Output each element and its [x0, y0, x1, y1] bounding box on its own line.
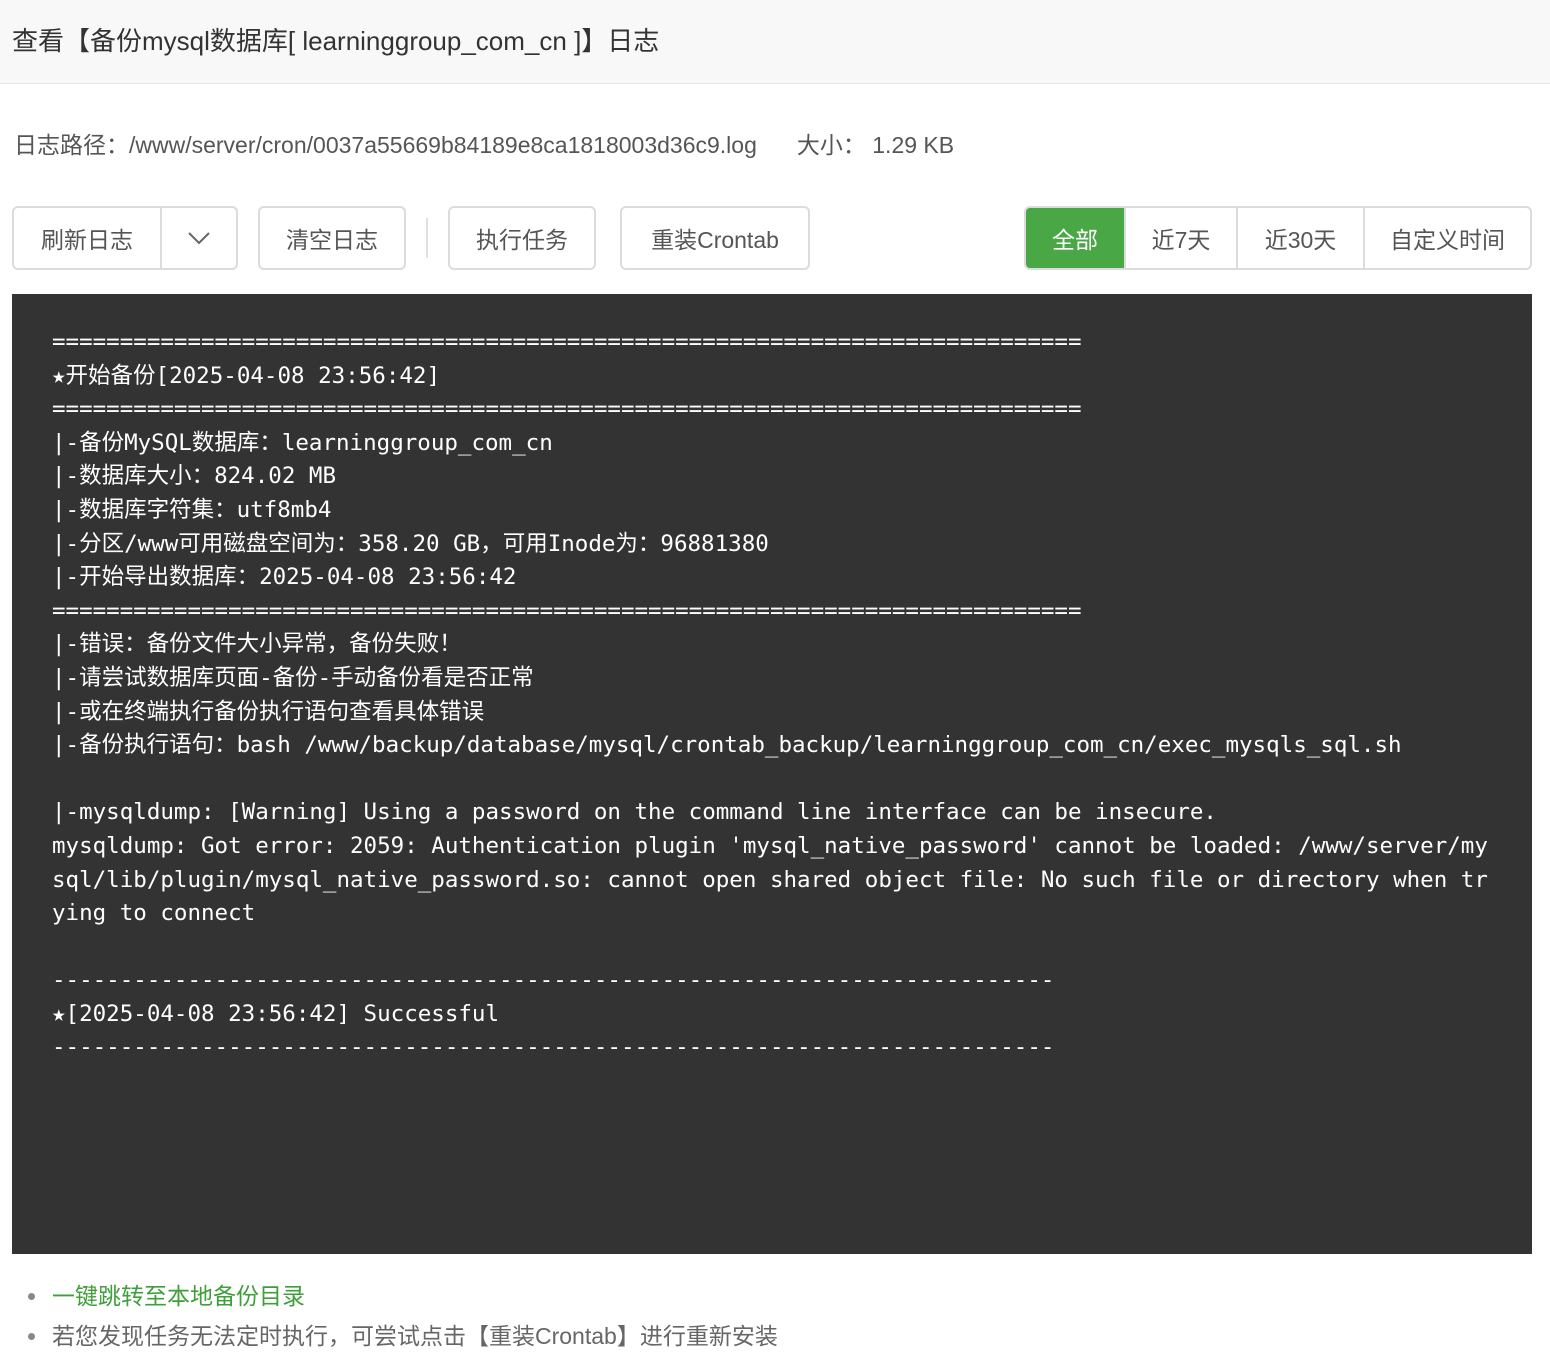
- size-value: 1.29 KB: [872, 132, 955, 158]
- log-line: |-mysqldump: [Warning] Using a password …: [52, 799, 1217, 826]
- range-option-7-days[interactable]: 近7天: [1124, 208, 1236, 268]
- log-line: ========================================…: [52, 597, 1082, 624]
- refresh-log-button[interactable]: 刷新日志: [14, 208, 162, 268]
- log-line: ----------------------------------------…: [52, 967, 1055, 994]
- log-line: |-分区/www可用磁盘空间为：358.20 GB，可用Inode为：96881…: [52, 530, 769, 557]
- range-option-all[interactable]: 全部: [1026, 208, 1124, 268]
- reinstall-crontab-button[interactable]: 重装Crontab: [620, 206, 810, 270]
- path-value: /www/server/cron/0037a55669b84189e8ca181…: [129, 132, 757, 158]
- log-line: ========================================…: [52, 329, 1082, 355]
- log-line: ★[2025-04-08 23:56:42] Successful: [52, 1000, 500, 1027]
- log-line: |-错误：备份文件大小异常，备份失败！: [52, 631, 462, 658]
- time-range-selector: 全部 近7天 近30天 自定义时间: [1024, 206, 1532, 270]
- dialog-header: 查看【备份mysql数据库[ learninggroup_com_cn ]】日志: [0, 0, 1550, 84]
- run-task-button[interactable]: 执行任务: [448, 206, 596, 270]
- range-option-30-days[interactable]: 近30天: [1236, 208, 1363, 268]
- chevron-down-icon: [188, 232, 210, 245]
- log-line: |-或在终端执行备份执行语句查看具体错误: [52, 698, 485, 725]
- log-line: mysqldump: Got error: 2059: Authenticati…: [52, 832, 1488, 927]
- toolbar-divider: [426, 218, 428, 258]
- log-console[interactable]: ========================================…: [12, 294, 1532, 1254]
- clear-log-button[interactable]: 清空日志: [258, 206, 406, 270]
- refresh-log-split-button: 刷新日志: [12, 206, 238, 270]
- log-line: |-备份MySQL数据库：learninggroup_com_cn: [52, 429, 553, 456]
- refresh-options-dropdown[interactable]: [162, 208, 236, 268]
- log-line: |-数据库大小：824.02 MB: [52, 463, 337, 490]
- log-line: |-备份执行语句：bash /www/backup/database/mysql…: [52, 732, 1402, 759]
- open-backup-directory-link[interactable]: 一键跳转至本地备份目录: [24, 1276, 778, 1316]
- log-line: |-开始导出数据库：2025-04-08 23:56:42: [52, 564, 517, 591]
- log-line: ★开始备份[2025-04-08 23:56:42]: [52, 362, 441, 389]
- log-line: |-请尝试数据库页面-备份-手动备份看是否正常: [52, 664, 534, 691]
- help-notes: 一键跳转至本地备份目录 若您发现任务无法定时执行，可尝试点击【重装Crontab…: [24, 1276, 778, 1356]
- reinstall-tip: 若您发现任务无法定时执行，可尝试点击【重装Crontab】进行重新安装: [24, 1316, 778, 1356]
- size-label: 大小：: [796, 132, 866, 158]
- log-info: 日志路径：/www/server/cron/0037a55669b84189e8…: [14, 128, 954, 162]
- dialog-title: 查看【备份mysql数据库[ learninggroup_com_cn ]】日志: [12, 26, 660, 56]
- log-line: ========================================…: [52, 396, 1082, 423]
- log-line: ----------------------------------------…: [52, 1034, 1055, 1061]
- log-line: |-数据库字符集：utf8mb4: [52, 496, 332, 523]
- range-option-custom[interactable]: 自定义时间: [1363, 208, 1530, 268]
- path-label: 日志路径：: [14, 132, 129, 158]
